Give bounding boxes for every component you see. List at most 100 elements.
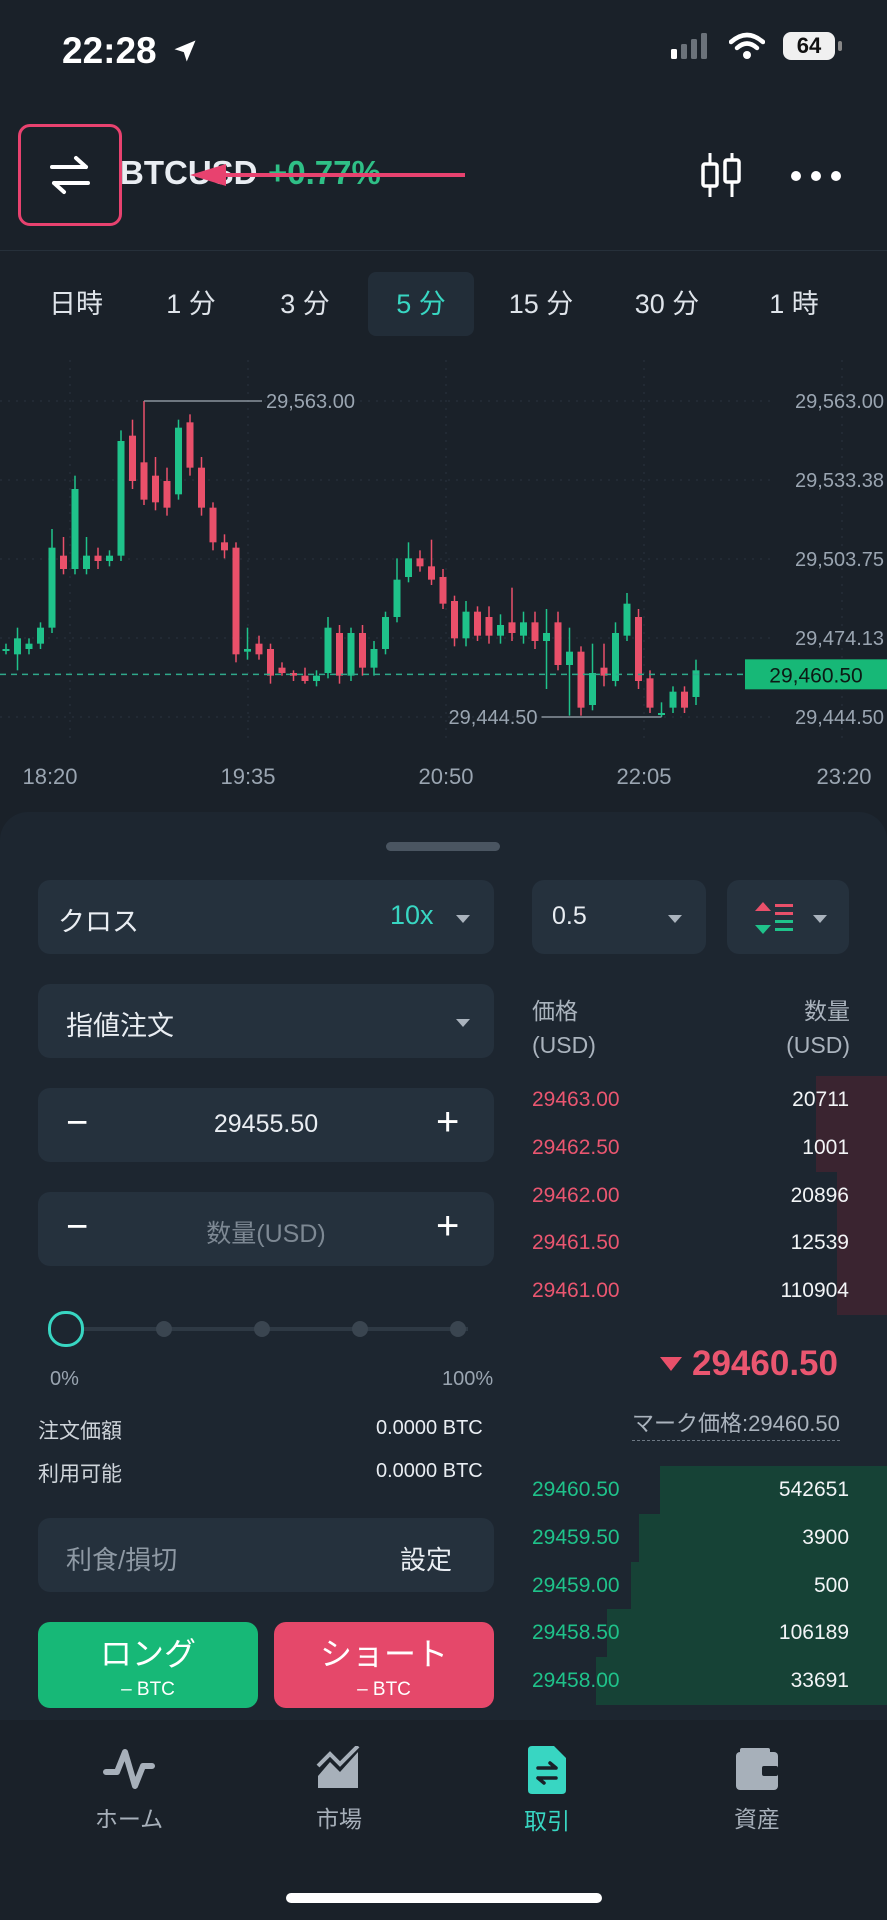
candle-body bbox=[152, 475, 159, 503]
candle-body bbox=[474, 611, 481, 636]
more-options-icon[interactable] bbox=[790, 170, 842, 182]
tab-timeframe-3[interactable]: 5 分 bbox=[368, 272, 474, 336]
bid-qty: 33691 bbox=[790, 1669, 849, 1693]
ask-price: 29461.50 bbox=[532, 1231, 620, 1255]
bid-row[interactable]: 29459.00 500 bbox=[532, 1561, 887, 1610]
tab-timeframe-0[interactable]: 日時 bbox=[48, 272, 104, 336]
price-input[interactable]: 29455.50 bbox=[38, 1110, 494, 1139]
ask-qty: 1001 bbox=[802, 1135, 849, 1159]
candle-body bbox=[347, 633, 355, 676]
candle-body bbox=[324, 627, 332, 673]
location-arrow-icon bbox=[174, 40, 196, 62]
candle-body bbox=[382, 617, 389, 649]
candle-body bbox=[589, 673, 596, 705]
tpsl-row[interactable]: 利食/損切 設定 bbox=[38, 1518, 494, 1592]
clock-text: 22:28 bbox=[62, 30, 157, 71]
x-axis-label: 20:50 bbox=[418, 764, 473, 789]
bid-price: 29460.50 bbox=[532, 1478, 620, 1501]
candle-body bbox=[646, 678, 654, 708]
tab-market-label: 市場 bbox=[316, 1806, 362, 1832]
bid-row[interactable]: 29458.50 106189 bbox=[532, 1609, 887, 1658]
candlestick-chart[interactable]: 29,460.50 29,563.00 29,444.50 29,563.00 29,5… bbox=[0, 360, 887, 800]
price-stepper[interactable]: − 29455.50 + bbox=[38, 1088, 494, 1162]
tpsl-set-button[interactable]: 設定 bbox=[400, 1540, 452, 1577]
candle-body bbox=[25, 643, 33, 649]
candle-body bbox=[267, 649, 274, 676]
slider-thumb[interactable] bbox=[48, 1311, 84, 1347]
tab-timeframe-5[interactable]: 30 分 bbox=[622, 272, 712, 336]
quantity-input[interactable]: 数量(USD) bbox=[38, 1214, 494, 1250]
tab-home[interactable]: ホーム bbox=[64, 1746, 194, 1834]
price-plus-button[interactable]: + bbox=[436, 1100, 459, 1145]
candle-body bbox=[508, 622, 516, 633]
candlestick-chart-icon[interactable] bbox=[698, 150, 744, 200]
bottom-tab-bar: ホーム 市場 取引 資産 bbox=[0, 1720, 887, 1920]
long-button[interactable]: ロング – BTC bbox=[38, 1622, 258, 1708]
mark-price[interactable]: マーク価格:29460.50 bbox=[632, 1406, 840, 1441]
current-price-label: 29,460.50 bbox=[769, 664, 862, 687]
orderbook-layout-icon bbox=[755, 902, 793, 934]
bid-row[interactable]: 29459.50 3900 bbox=[532, 1513, 887, 1562]
panel-drag-handle[interactable] bbox=[386, 842, 500, 851]
depth-select[interactable]: 0.5 bbox=[532, 880, 706, 954]
x-axis-label: 23:20 bbox=[816, 764, 871, 789]
bid-row[interactable]: 29458.00 33691 bbox=[532, 1657, 887, 1706]
margin-mode-select[interactable]: クロス 10x bbox=[38, 880, 494, 954]
candle-body bbox=[83, 555, 90, 569]
tab-timeframe-1[interactable]: 1 分 bbox=[160, 272, 222, 336]
x-axis-label: 19:35 bbox=[220, 764, 275, 789]
candle-body bbox=[186, 422, 194, 468]
slider-max-label: 100% bbox=[442, 1368, 494, 1390]
tab-assets[interactable]: 資産 bbox=[692, 1746, 822, 1834]
candle-body bbox=[71, 489, 79, 569]
candle-body bbox=[140, 462, 148, 500]
tab-home-label: ホーム bbox=[94, 1806, 164, 1832]
short-button[interactable]: ショート – BTC bbox=[274, 1622, 494, 1708]
home-indicator[interactable] bbox=[286, 1893, 602, 1903]
orderbook-price-header: 価格 (USD) bbox=[532, 994, 596, 1062]
candle-body bbox=[2, 649, 10, 651]
tab-timeframe-4[interactable]: 15 分 bbox=[496, 272, 586, 336]
tab-timeframe-6[interactable]: 1 時 bbox=[754, 272, 834, 336]
margin-mode-label: クロス bbox=[58, 907, 139, 937]
candle-body bbox=[37, 627, 44, 644]
leverage-value: 10x bbox=[390, 900, 434, 930]
y-axis-label: 29,503.75 bbox=[795, 549, 884, 571]
tab-assets-label: 資産 bbox=[734, 1806, 780, 1832]
header-divider bbox=[0, 250, 887, 251]
trade-doc-icon bbox=[528, 1746, 566, 1794]
quantity-plus-button[interactable]: + bbox=[436, 1204, 459, 1249]
market-chart-icon bbox=[316, 1746, 360, 1788]
home-pulse-icon bbox=[103, 1749, 155, 1789]
price-col-title: 価格 bbox=[532, 998, 578, 1024]
candle-body bbox=[175, 427, 182, 495]
candle-body bbox=[531, 622, 539, 641]
candle-body bbox=[451, 601, 458, 639]
bid-row[interactable]: 29460.50 542651 bbox=[532, 1466, 887, 1514]
depth-value: 0.5 bbox=[552, 902, 587, 930]
candle-body bbox=[106, 555, 113, 561]
ask-row[interactable]: 29462.00 20896 bbox=[532, 1171, 887, 1220]
candle-body bbox=[554, 622, 562, 665]
bid-qty: 106189 bbox=[778, 1621, 849, 1645]
bid-price: 29459.00 bbox=[532, 1573, 620, 1597]
quantity-stepper[interactable]: − 数量(USD) + bbox=[38, 1192, 494, 1266]
switch-pair-button[interactable] bbox=[18, 124, 122, 226]
tab-trade[interactable]: 取引 bbox=[482, 1746, 612, 1836]
candle-body bbox=[163, 481, 171, 508]
last-price: 29460.50 bbox=[660, 1344, 838, 1384]
ask-price: 29462.00 bbox=[532, 1183, 620, 1207]
battery-indicator: 64 bbox=[783, 32, 842, 60]
candle-body bbox=[428, 566, 435, 580]
order-type-select[interactable]: 指値注文 bbox=[38, 984, 494, 1058]
tab-market[interactable]: 市場 bbox=[274, 1746, 404, 1834]
tab-timeframe-2[interactable]: 3 分 bbox=[270, 272, 340, 336]
quantity-slider[interactable] bbox=[48, 1310, 468, 1350]
orderbook-view-select[interactable] bbox=[727, 880, 849, 954]
ask-row[interactable]: 29463.00 20711 bbox=[532, 1076, 887, 1124]
candle-body bbox=[336, 633, 343, 676]
ask-row[interactable]: 29461.50 12539 bbox=[532, 1219, 887, 1268]
ask-row[interactable]: 29461.00 110904 bbox=[532, 1267, 887, 1316]
ask-row[interactable]: 29462.50 1001 bbox=[532, 1123, 887, 1172]
ask-price: 29462.50 bbox=[532, 1135, 620, 1159]
